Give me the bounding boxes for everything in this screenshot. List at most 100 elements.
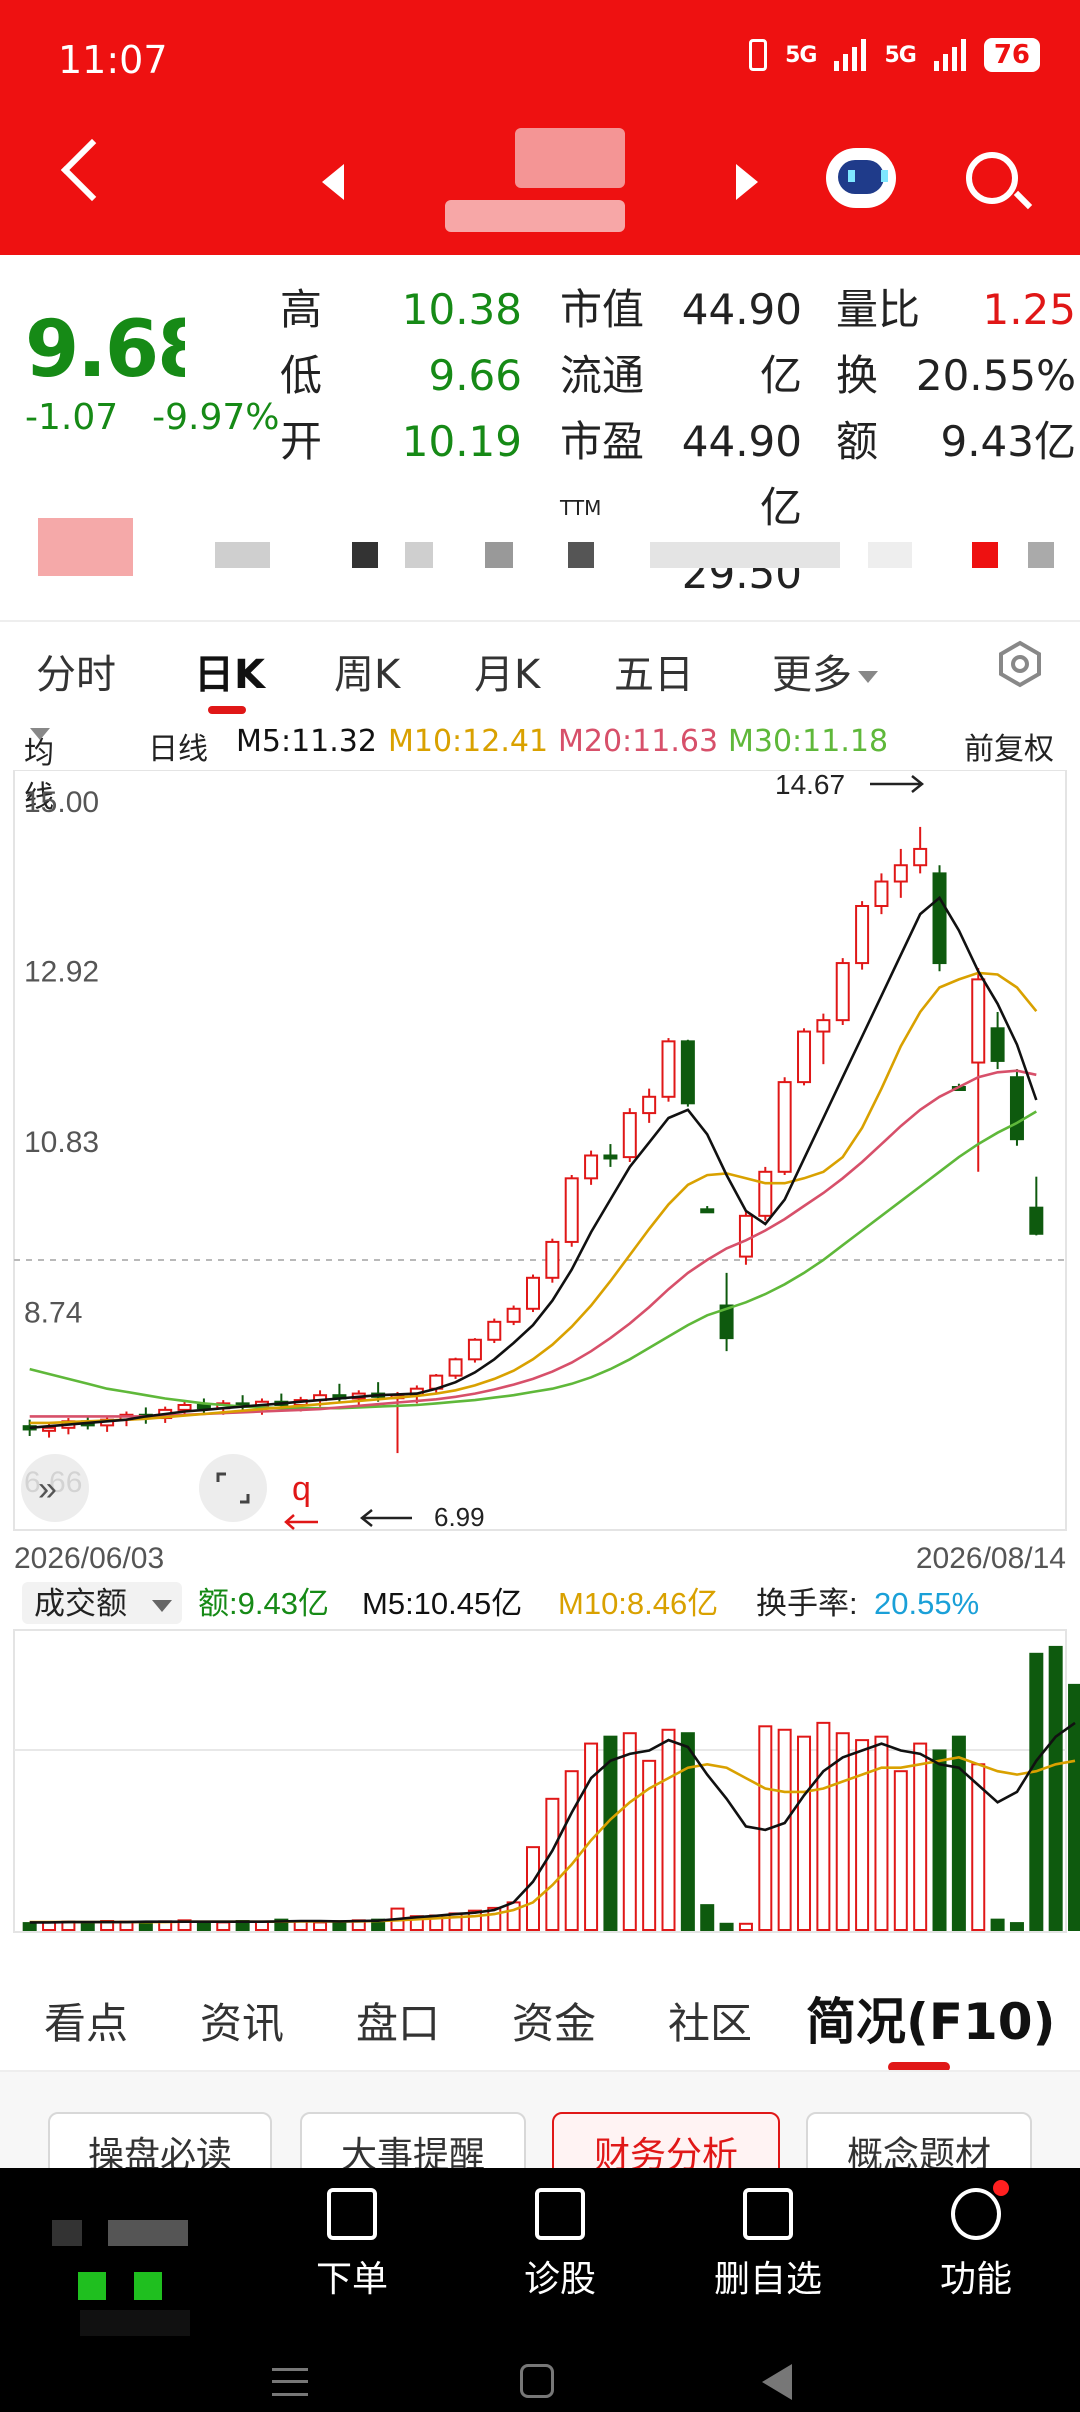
volume-bar-down (80, 1922, 95, 1931)
candle-up (874, 880, 889, 907)
document-icon (327, 2188, 377, 2240)
nav-diagnose-stock[interactable]: 诊股 (490, 2188, 630, 2302)
volume-ratio-value: 1.25 (982, 285, 1076, 334)
candle-up (738, 1214, 753, 1258)
kline-chart[interactable]: 15.0012.9210.838.746.66 14.67 6.99 » q 2… (0, 770, 1080, 1950)
ma5-label: M5:11.32 (236, 724, 377, 759)
candle-up (777, 1081, 792, 1173)
tab-daily-k[interactable]: 日K (194, 642, 265, 700)
tab-community[interactable]: 社区 (668, 1990, 752, 2051)
price-adjust-selector[interactable]: 前复权 (964, 724, 1054, 768)
tab-five-day[interactable]: 五日 (614, 642, 694, 700)
volume-bar-down (680, 1732, 695, 1932)
volume-bar-up (622, 1732, 637, 1932)
volume-bar-down (700, 1904, 715, 1931)
redacted-block (78, 2272, 106, 2300)
next-stock-icon[interactable] (736, 164, 758, 200)
ma10-line (29, 971, 1038, 1425)
network-label-2: 5G (884, 42, 916, 68)
tab-highlights[interactable]: 看点 (44, 1990, 128, 2051)
redacted-block (485, 542, 513, 568)
menu-circle-icon (951, 2180, 1009, 2240)
redacted-block (972, 542, 998, 568)
volume-bar-down (932, 1749, 947, 1931)
change-percent: -9.97% (152, 397, 280, 438)
volume-bar-up (313, 1921, 328, 1932)
top-header: 11:07 5G 5G 76 (0, 0, 1080, 255)
redacted-block (650, 542, 840, 568)
candle-up (797, 1030, 812, 1084)
system-back-icon[interactable] (762, 2364, 792, 2400)
candle-down (680, 1040, 695, 1105)
candle-up (545, 1240, 560, 1279)
candle-up (642, 1095, 657, 1115)
candle-down (990, 1027, 1005, 1062)
ai-assistant-robot-icon[interactable] (826, 148, 896, 208)
recent-apps-icon[interactable] (272, 2368, 308, 2396)
redacted-block (405, 542, 433, 568)
price-tick-label: 10.83 (24, 1126, 99, 1159)
date-start: 2026/06/03 (14, 1542, 164, 1575)
info-tabs: 看点 资讯 盘口 资金 社区 简况(F10) (0, 1950, 1080, 2072)
tab-order-book[interactable]: 盘口 (356, 1990, 440, 2051)
volume-bar-up (835, 1732, 850, 1932)
nav-remove-watchlist[interactable]: 删自选 (698, 2188, 838, 2302)
volume-bar-up (545, 1797, 560, 1932)
settings-hexagon-icon[interactable] (996, 640, 1044, 688)
redacted-block (108, 2220, 188, 2246)
tab-news[interactable]: 资讯 (200, 1990, 284, 2051)
quote-values-3: 1.25 20.55% 9.43亿 (880, 277, 1076, 475)
home-icon[interactable] (520, 2364, 554, 2398)
turnover-value: 20.55% (915, 351, 1076, 400)
volume-bar-up (816, 1721, 831, 1931)
redacted-block (52, 2220, 82, 2246)
ma-lines (29, 895, 1038, 1430)
fullscreen-button[interactable] (199, 1454, 267, 1522)
minus-box-icon (743, 2188, 793, 2240)
network-label-1: 5G (785, 42, 817, 68)
volume-bar-up (777, 1728, 792, 1931)
chevron-down-icon (858, 671, 878, 683)
candle-up (816, 1019, 831, 1033)
change-value: -1.07 (25, 397, 119, 438)
market-cap-value: 44.90亿 (681, 285, 802, 400)
high-annotation: 14.67 (775, 770, 845, 800)
candle-up (971, 978, 986, 1064)
ma-period: 日线 (148, 732, 208, 767)
tab-weekly-k[interactable]: 周K (334, 642, 400, 700)
candle-up (584, 1154, 599, 1180)
prev-stock-icon[interactable] (322, 164, 344, 200)
redacted-block (134, 2272, 162, 2300)
open-value: 10.19 (401, 417, 522, 466)
nav-functions[interactable]: 功能 (906, 2180, 1046, 2302)
chevron-down-icon (30, 728, 50, 740)
bottom-navigation: 下单 诊股 删自选 功能 (0, 2168, 1080, 2412)
tab-intraday[interactable]: 分时 (36, 642, 116, 700)
redacted-block (80, 2310, 190, 2336)
redacted-block (38, 518, 133, 576)
f10-subtabs: 操盘必读 大事提醒 财务分析 概念题材 (0, 2070, 1080, 2182)
tab-fund-flow[interactable]: 资金 (512, 1990, 596, 2051)
ma20-line (29, 1069, 1037, 1418)
candle-down (1029, 1206, 1044, 1235)
date-end: 2026/08/14 (916, 1542, 1066, 1575)
candle-up (506, 1307, 521, 1323)
candle-down (932, 872, 947, 965)
signal-icon-1 (834, 39, 867, 71)
volume-bar-down (990, 1918, 1005, 1931)
back-arrow-icon[interactable] (60, 138, 124, 202)
tab-monthly-k[interactable]: 月K (474, 642, 540, 700)
turnover-rate-label: 换手率: (756, 1586, 858, 1621)
price-tick-label: 12.92 (24, 956, 99, 989)
tab-more[interactable]: 更多 (772, 642, 878, 700)
active-tab-indicator (208, 706, 246, 714)
volume-bar-down (332, 1920, 347, 1931)
candle-up (661, 1040, 676, 1098)
system-navigation-bar (0, 2352, 1080, 2412)
quote-panel: 9.68 -1.07 -9.97% 高 低 开 10.38 9.66 10.19… (0, 255, 1080, 598)
search-icon[interactable] (966, 152, 1018, 204)
nav-place-order[interactable]: 下单 (282, 2188, 422, 2302)
volume-bar-up (874, 1735, 889, 1932)
volume-bar-down (1048, 1645, 1063, 1932)
tab-f10-profile[interactable]: 简况(F10) (806, 1982, 1055, 2054)
